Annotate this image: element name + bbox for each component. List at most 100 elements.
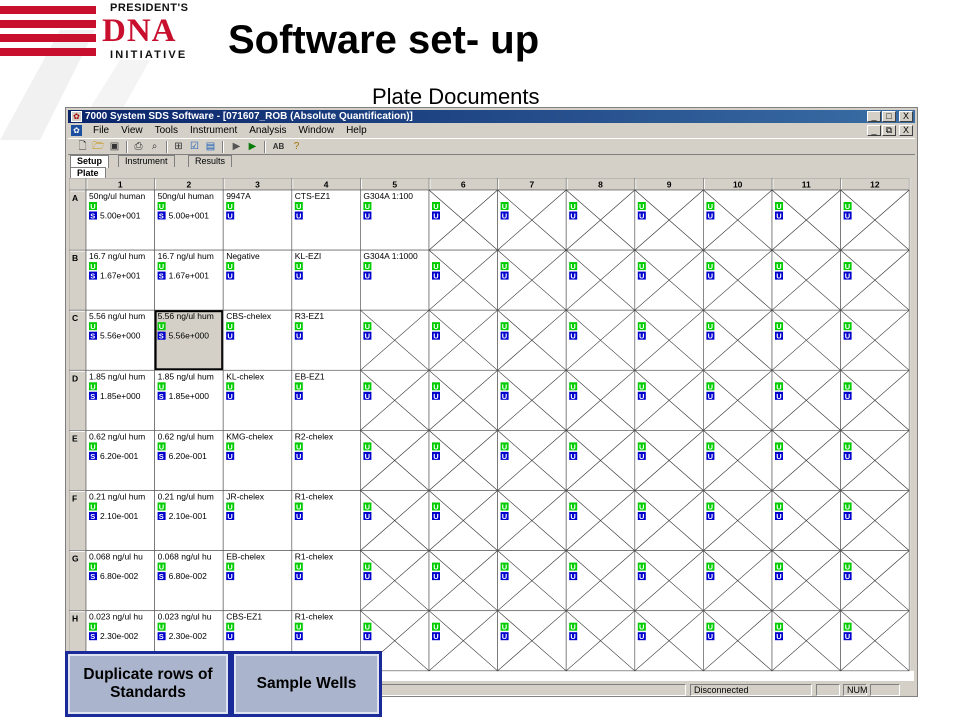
print-icon[interactable]: ⎙: [132, 141, 145, 153]
well-D9-task-unknown-label: U: [639, 392, 644, 401]
row-header-F: F: [72, 494, 77, 504]
well-B4-task-unknown-label: U: [296, 272, 301, 281]
maximize-button[interactable]: □: [882, 111, 896, 122]
well-G1-detector-green-label: U: [90, 563, 95, 572]
ab-icon[interactable]: AB: [272, 141, 285, 153]
doc-close-button[interactable]: X: [899, 125, 913, 136]
window-titlebar[interactable]: ✿ 7000 System SDS Software - [071607_ROB…: [68, 110, 915, 123]
well-B5-sample-name: G304A 1:1000: [363, 251, 418, 261]
well-C1-sample-name: 5.56 ng/ul hum: [89, 311, 145, 321]
plate-grid[interactable]: 1 2 3 4 5 6 7 8 9 10 11 12 A B C D E F G H 50ng/ul human U S 5.…: [69, 178, 914, 681]
well-H1-sample-name: 0.023 ng/ul hu: [89, 612, 143, 622]
well-E2-sample-name: 0.62 ng/ul hum: [158, 431, 214, 441]
well-H12-detector-green-label: U: [845, 623, 850, 632]
well-H11-detector-green-label: U: [776, 623, 781, 632]
well-A5-detector-green-label: U: [365, 202, 370, 211]
well-C9-task-unknown-label: U: [639, 332, 644, 341]
close-button[interactable]: X: [899, 111, 913, 122]
save-icon[interactable]: ▣: [108, 141, 121, 153]
menu-file[interactable]: File: [93, 124, 109, 137]
detector-icon[interactable]: ▤: [204, 141, 217, 153]
menu-help[interactable]: Help: [346, 124, 367, 137]
well-D4-detector-green-label: U: [296, 382, 301, 391]
well-D9-detector-green-label: U: [639, 382, 644, 391]
toolbar: 🗋 🗁 ▣ ⎙ ⌕ ⊞ ☑ ▤ ▶ ▶ AB ?: [68, 138, 915, 155]
well-F2-sample-name: 0.21 ng/ul hum: [158, 492, 214, 502]
well-G10-task-unknown-label: U: [708, 572, 713, 581]
well-G8-task-unknown-label: U: [570, 572, 575, 581]
well-F4-detector-green-label: U: [296, 503, 301, 512]
well-F11-detector-green-label: U: [776, 503, 781, 512]
well-G4-detector-green-label: U: [296, 563, 301, 572]
well-B2-quantity: 1.67e+001: [169, 271, 210, 281]
well-C3-detector-green-label: U: [227, 322, 232, 331]
document-icon[interactable]: ✿: [71, 125, 82, 136]
well-D2-task-standard-label: S: [159, 392, 164, 401]
minimize-button[interactable]: _: [867, 111, 881, 122]
well-C6-detector-green-label: U: [433, 322, 438, 331]
well-F9-detector-green-label: U: [639, 503, 644, 512]
well-C7-detector-green-label: U: [502, 322, 507, 331]
well-E7-task-unknown-label: U: [502, 452, 507, 461]
well-F12-task-unknown-label: U: [845, 512, 850, 521]
menu-tools[interactable]: Tools: [155, 124, 178, 137]
menu-view[interactable]: View: [121, 124, 143, 137]
run-icon[interactable]: ▶: [230, 141, 243, 153]
menu-window[interactable]: Window: [298, 124, 334, 137]
well-H8-task-unknown-label: U: [570, 632, 575, 641]
doc-restore-button[interactable]: ⧉: [882, 125, 896, 136]
well-A10-task-unknown-label: U: [708, 212, 713, 221]
well-E1-quantity: 6.20e-001: [100, 451, 139, 461]
well-E4-detector-green-label: U: [296, 442, 301, 451]
well-C8-detector-green-label: U: [570, 322, 575, 331]
well-F1-sample-name: 0.21 ng/ul hum: [89, 492, 145, 502]
well-C7-task-unknown-label: U: [502, 332, 507, 341]
menu-analysis[interactable]: Analysis: [249, 124, 286, 137]
well-C10-detector-green-label: U: [708, 322, 713, 331]
open-icon[interactable]: 🗁: [92, 141, 105, 153]
help-icon[interactable]: ?: [290, 141, 303, 153]
well-G12-detector-green-label: U: [845, 563, 850, 572]
run-step-icon[interactable]: ▶: [246, 141, 259, 153]
row-header-A: A: [72, 193, 78, 203]
well-B3-task-unknown-label: U: [227, 272, 232, 281]
well-G11-task-unknown-label: U: [776, 572, 781, 581]
print-preview-icon[interactable]: ⌕: [148, 141, 161, 153]
menu-instrument[interactable]: Instrument: [190, 124, 237, 137]
well-G9-task-unknown-label: U: [639, 572, 644, 581]
well-G7-detector-green-label: U: [502, 563, 507, 572]
well-D1-quantity: 1.85e+000: [100, 391, 141, 401]
doc-minimize-button[interactable]: _: [867, 125, 881, 136]
column-header-7: 7: [530, 180, 535, 190]
properties-icon[interactable]: ☑: [188, 141, 201, 153]
new-icon[interactable]: 🗋: [76, 141, 89, 153]
well-H2-task-standard-label: S: [159, 632, 164, 641]
well-A4-detector-green-label: U: [296, 202, 301, 211]
well-A12-detector-green-label: U: [845, 202, 850, 211]
well-E9-task-unknown-label: U: [639, 452, 644, 461]
well-E5-task-unknown-label: U: [365, 452, 370, 461]
tab-instrument[interactable]: Instrument: [118, 155, 175, 167]
well-C3-task-unknown-label: U: [227, 332, 232, 341]
well-G1-sample-name: 0.068 ng/ul hu: [89, 552, 143, 562]
tab-plate[interactable]: Plate: [70, 167, 106, 178]
well-H2-quantity: 2.30e-002: [169, 631, 208, 641]
connection-status: Disconnected: [690, 684, 812, 696]
well-B1-detector-green-label: U: [90, 262, 95, 271]
well-F12-detector-green-label: U: [845, 503, 850, 512]
well-F6-task-unknown-label: U: [433, 512, 438, 521]
well-D10-detector-green-label: U: [708, 382, 713, 391]
callout-sample-wells: Sample Wells: [231, 651, 382, 717]
well-A5-task-unknown-label: U: [365, 212, 370, 221]
well-B1-task-standard-label: S: [90, 272, 95, 281]
tab-results[interactable]: Results: [188, 155, 233, 167]
zoom-icon[interactable]: ⊞: [172, 141, 185, 153]
well-A6-detector-green-label: U: [433, 202, 438, 211]
well-D4-sample-name: EB-EZ1: [295, 371, 325, 381]
well-C4-task-unknown-label: U: [296, 332, 301, 341]
well-G5-detector-green-label: U: [365, 563, 370, 572]
well-B8-task-unknown-label: U: [570, 272, 575, 281]
well-H2-detector-green-label: U: [159, 623, 164, 632]
well-B5-task-unknown-label: U: [365, 272, 370, 281]
logo-line-2: DNA: [102, 13, 177, 49]
